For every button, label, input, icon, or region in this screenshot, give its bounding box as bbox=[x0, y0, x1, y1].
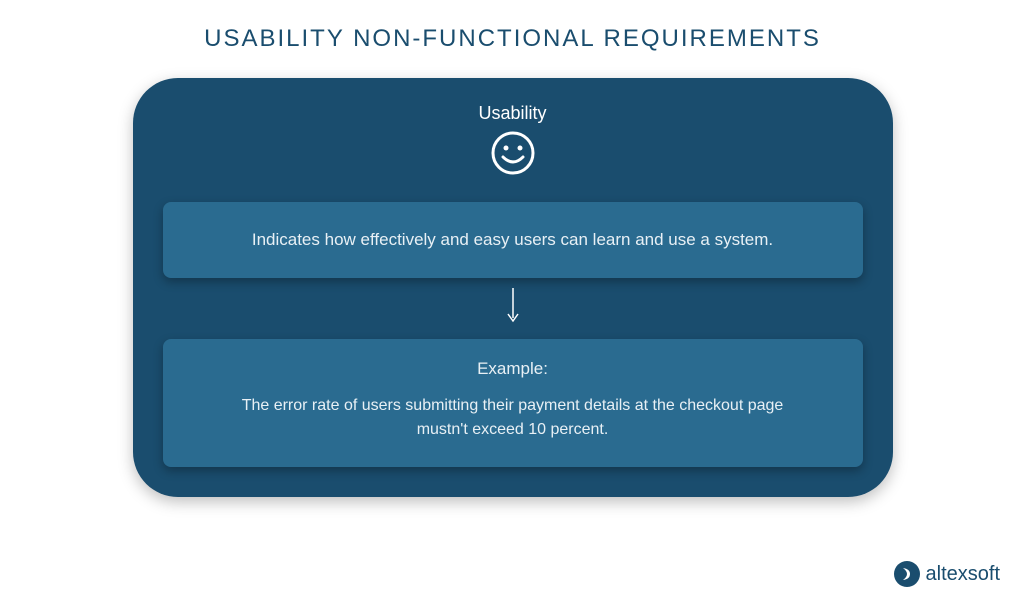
card-heading: Usability bbox=[163, 103, 863, 124]
brand-name: altexsoft bbox=[926, 563, 1000, 586]
brand: altexsoft bbox=[894, 561, 1000, 587]
example-text: The error rate of users submitting their… bbox=[223, 394, 803, 442]
smiley-icon bbox=[489, 129, 537, 182]
brand-logo-icon bbox=[894, 561, 920, 587]
usability-card: Usability Indicates how effectively and … bbox=[133, 78, 893, 497]
example-box: Example: The error rate of users submitt… bbox=[163, 339, 863, 467]
description-box: Indicates how effectively and easy users… bbox=[163, 202, 863, 278]
smiley-icon-wrap bbox=[163, 129, 863, 182]
description-text: Indicates how effectively and easy users… bbox=[193, 230, 833, 250]
arrow-down-icon bbox=[503, 286, 523, 331]
example-label: Example: bbox=[223, 359, 803, 379]
arrow-wrap bbox=[163, 286, 863, 331]
page-title: USABILITY NON-FUNCTIONAL REQUIREMENTS bbox=[0, 25, 1025, 53]
